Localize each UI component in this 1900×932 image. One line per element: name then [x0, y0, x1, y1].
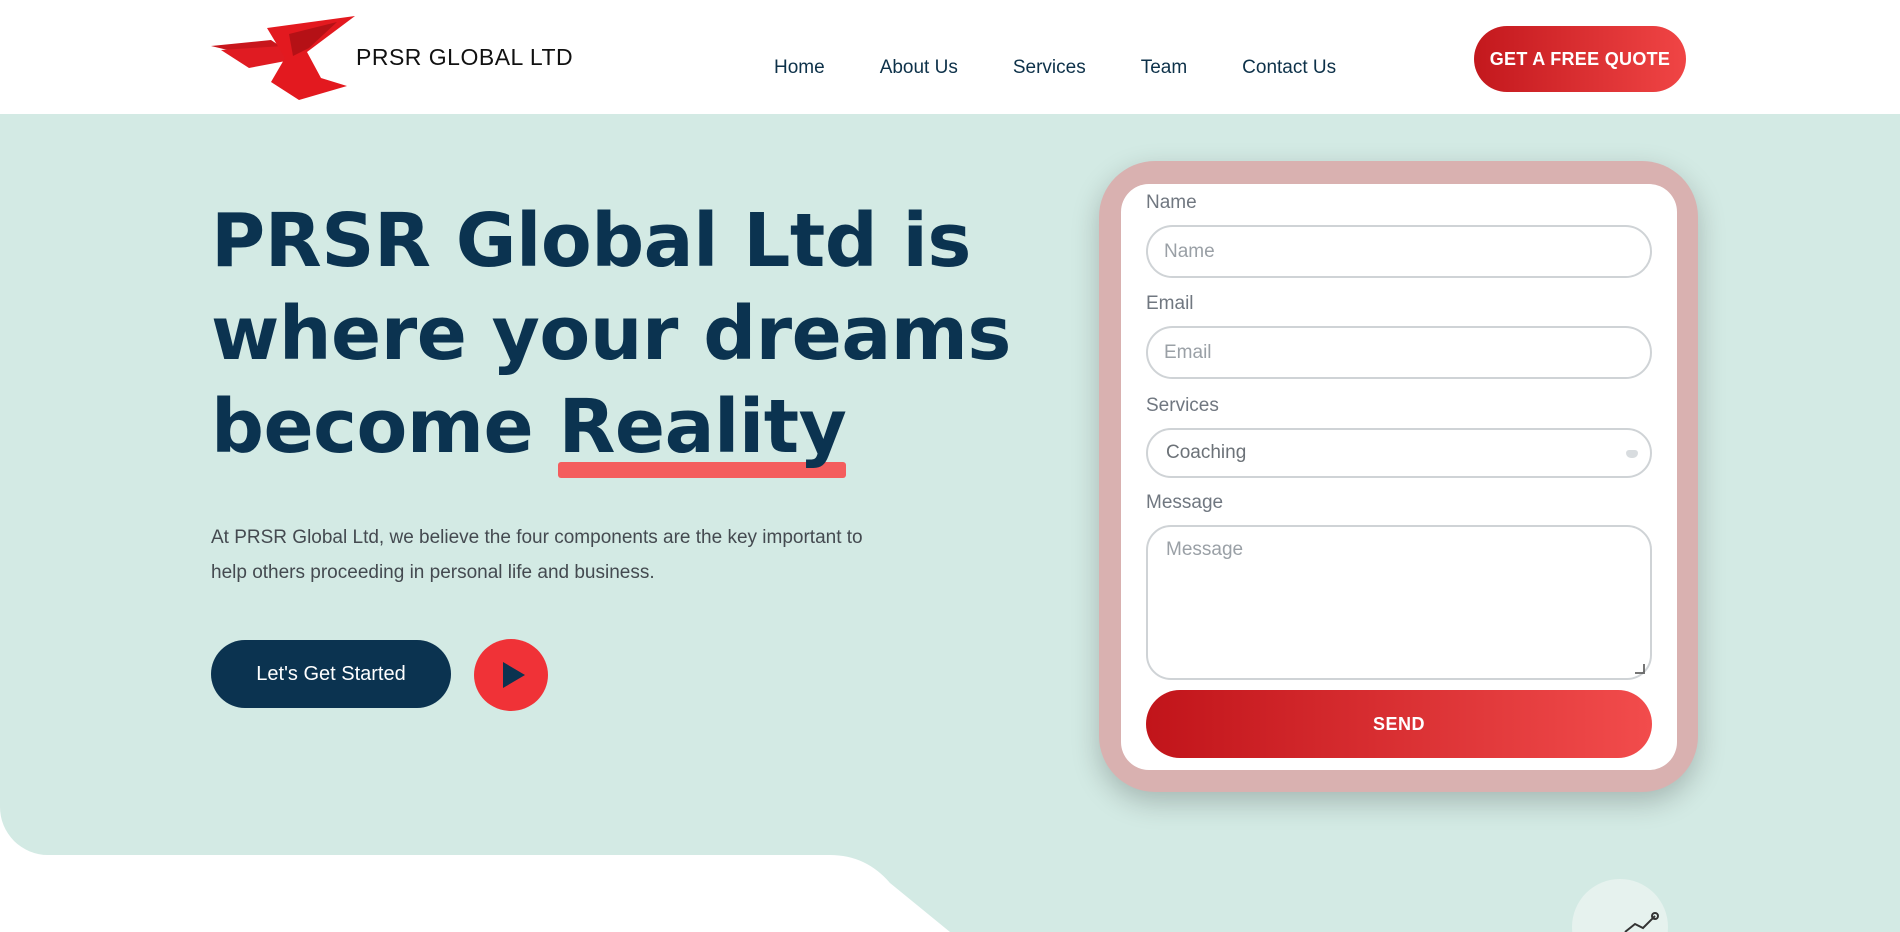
- hero-description: At PRSR Global Ltd, we believe the four …: [211, 527, 863, 583]
- message-placeholder: Message: [1166, 539, 1244, 560]
- services-selected-value: Coaching: [1166, 442, 1247, 463]
- message-field[interactable]: Message: [1146, 525, 1652, 680]
- headline-line-3: become Reality: [211, 381, 991, 478]
- name-label: Name: [1146, 192, 1197, 213]
- get-free-quote-button[interactable]: GET A FREE QUOTE: [1474, 26, 1686, 92]
- headline-line-1: PRSR Global Ltd is: [211, 198, 971, 284]
- play-video-button[interactable]: [474, 639, 548, 711]
- eagle-logo-icon[interactable]: [211, 16, 356, 104]
- hero-headline: PRSR Global Ltd is where your dreams bec…: [211, 195, 1011, 478]
- message-label: Message: [1146, 492, 1224, 513]
- main-nav: Home About Us Services Team Contact Us: [774, 57, 1391, 79]
- chevron-down-icon: [1626, 450, 1638, 458]
- headline-highlight: Reality: [558, 381, 847, 478]
- nav-contact-us[interactable]: Contact Us: [1242, 57, 1336, 79]
- headline-prefix: become: [211, 384, 534, 470]
- name-field[interactable]: Name: [1146, 225, 1652, 278]
- highlight-word: Reality: [558, 384, 847, 470]
- services-select[interactable]: Coaching: [1146, 428, 1652, 478]
- nav-services[interactable]: Services: [1013, 57, 1086, 79]
- section-divider: [0, 855, 950, 932]
- send-button[interactable]: SEND: [1146, 690, 1652, 758]
- get-started-button[interactable]: Let's Get Started: [211, 640, 451, 708]
- email-field[interactable]: Email: [1146, 326, 1652, 379]
- services-label: Services: [1146, 395, 1219, 416]
- nav-about-us[interactable]: About Us: [880, 57, 958, 79]
- site-header: PRSR GLOBAL LTD Home About Us Services T…: [0, 0, 1900, 114]
- trend-chart-icon: [1624, 912, 1659, 932]
- headline-line-2: where your dreams: [211, 291, 1011, 377]
- brand-name[interactable]: PRSR GLOBAL LTD: [356, 44, 573, 71]
- play-icon: [503, 662, 525, 688]
- nav-home[interactable]: Home: [774, 57, 825, 79]
- email-label: Email: [1146, 293, 1194, 314]
- nav-team[interactable]: Team: [1141, 57, 1187, 79]
- resize-handle-icon[interactable]: [1635, 664, 1645, 674]
